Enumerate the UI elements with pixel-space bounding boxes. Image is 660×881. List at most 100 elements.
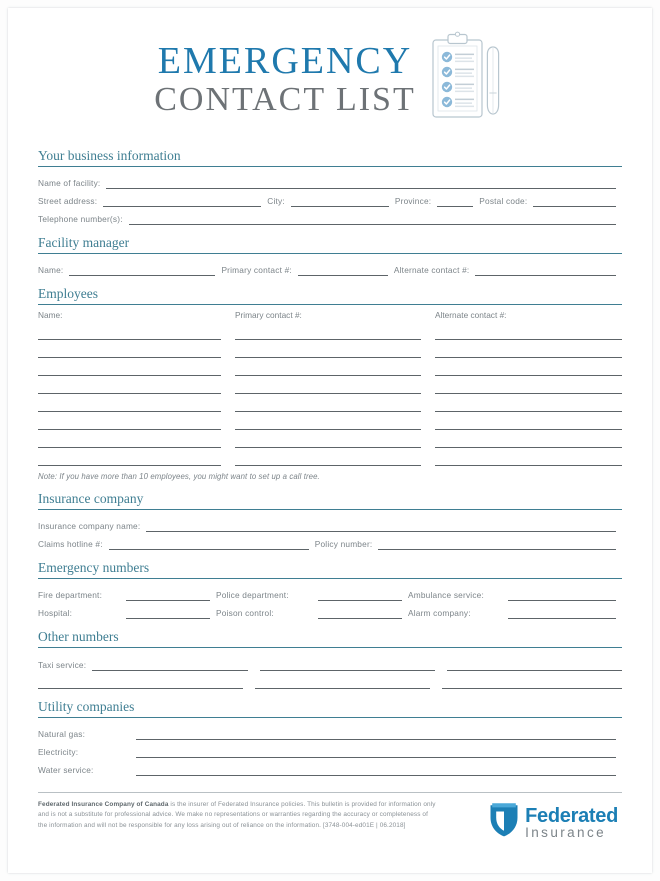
other-number-input[interactable]	[38, 672, 243, 689]
field-row-other-2	[38, 671, 622, 689]
insurance-company-name-input[interactable]	[146, 518, 616, 532]
section-utility-companies: Utility companies Natural gas: Electrici…	[38, 699, 622, 776]
hospital-input[interactable]	[126, 605, 210, 619]
footer-divider	[38, 792, 622, 793]
employee-alternate-input[interactable]	[435, 358, 622, 376]
ambulance-service-label: Ambulance service:	[408, 590, 484, 600]
document-footer: Federated Insurance Company of Canada is…	[38, 800, 622, 843]
street-address-label: Street address:	[38, 196, 98, 206]
province-label: Province:	[394, 196, 432, 206]
table-row	[38, 358, 622, 376]
natural-gas-label: Natural gas:	[38, 729, 86, 739]
postal-code-input[interactable]	[533, 193, 616, 207]
disclaimer-text: Federated Insurance Company of Canada is…	[38, 800, 438, 831]
employee-name-input[interactable]	[38, 412, 221, 430]
disclaimer-company-name: Federated Insurance Company of Canada	[38, 801, 169, 808]
employees-note: Note: If you have more than 10 employees…	[38, 472, 320, 481]
employee-primary-input[interactable]	[235, 376, 421, 394]
section-heading: Your business information	[38, 148, 181, 163]
police-department-input[interactable]	[318, 587, 402, 601]
field-row-claims: Claims hotline #: Policy number:	[38, 533, 622, 550]
city-input[interactable]	[290, 193, 389, 207]
employee-name-input[interactable]	[38, 358, 221, 376]
facility-name-input[interactable]	[106, 175, 616, 189]
claims-hotline-input[interactable]	[108, 536, 309, 550]
ambulance-service-input[interactable]	[508, 587, 616, 601]
field-row-emergency-2: Hospital: Poison control: Alarm company:	[38, 602, 622, 619]
section-heading: Other numbers	[38, 629, 119, 644]
employee-name-input[interactable]	[38, 376, 221, 394]
other-number-input[interactable]	[255, 672, 430, 689]
natural-gas-input[interactable]	[136, 726, 616, 740]
employee-name-input[interactable]	[38, 340, 221, 358]
policy-number-input[interactable]	[378, 536, 616, 550]
field-row-address: Street address: City: Province: Postal c…	[38, 190, 622, 207]
field-row-other-1: Taxi service:	[38, 653, 622, 671]
employee-primary-input[interactable]	[235, 412, 421, 430]
section-divider	[38, 304, 622, 305]
document-header: EMERGENCY CONTACT LIST	[38, 22, 622, 138]
page-title: EMERGENCY CONTACT LIST	[154, 41, 416, 119]
employee-primary-input[interactable]	[235, 430, 421, 448]
other-number-input[interactable]	[447, 654, 622, 671]
section-insurance-company: Insurance company Insurance company name…	[38, 491, 622, 550]
section-divider	[38, 166, 622, 167]
employee-name-input[interactable]	[38, 430, 221, 448]
title-line-emergency: EMERGENCY	[157, 39, 413, 82]
manager-alternate-label: Alternate contact #:	[393, 265, 470, 275]
postal-code-label: Postal code:	[479, 196, 528, 206]
alarm-company-label: Alarm company:	[408, 608, 471, 618]
electricity-label: Electricity:	[38, 747, 79, 757]
electricity-input[interactable]	[136, 744, 616, 758]
poison-control-input[interactable]	[318, 605, 402, 619]
telephone-input[interactable]	[128, 211, 616, 225]
manager-primary-input[interactable]	[297, 262, 388, 276]
poison-control-label: Poison control:	[216, 608, 274, 618]
table-row	[38, 448, 622, 466]
water-service-input[interactable]	[136, 762, 616, 776]
employee-primary-input[interactable]	[235, 358, 421, 376]
manager-name-input[interactable]	[69, 262, 216, 276]
province-input[interactable]	[437, 193, 474, 207]
hospital-label: Hospital:	[38, 608, 73, 618]
street-address-input[interactable]	[103, 193, 262, 207]
manager-primary-label: Primary contact #:	[221, 265, 292, 275]
table-row	[38, 394, 622, 412]
water-service-label: Water service:	[38, 765, 94, 775]
alarm-company-input[interactable]	[508, 605, 616, 619]
employee-alternate-input[interactable]	[435, 430, 622, 448]
section-divider	[38, 717, 622, 718]
title-line-contact-list: CONTACT LIST	[154, 81, 416, 119]
employee-alternate-input[interactable]	[435, 340, 622, 358]
section-heading: Employees	[38, 286, 98, 301]
employee-name-input[interactable]	[38, 322, 221, 340]
other-number-input[interactable]	[92, 654, 249, 671]
section-business-information: Your business information Name of facili…	[38, 148, 622, 225]
employee-alternate-input[interactable]	[435, 322, 622, 340]
table-row	[38, 340, 622, 358]
section-other-numbers: Other numbers Taxi service:	[38, 629, 622, 689]
field-row-telephone: Telephone number(s):	[38, 208, 622, 225]
page: EMERGENCY CONTACT LIST Your business inf…	[0, 0, 660, 881]
police-department-label: Police department:	[216, 590, 289, 600]
employee-primary-input[interactable]	[235, 322, 421, 340]
fire-department-input[interactable]	[126, 587, 210, 601]
manager-alternate-input[interactable]	[475, 262, 616, 276]
column-header-primary: Primary contact #:	[235, 310, 302, 320]
other-number-input[interactable]	[260, 654, 436, 671]
employee-name-input[interactable]	[38, 448, 221, 466]
claims-hotline-label: Claims hotline #:	[38, 539, 103, 549]
employee-alternate-input[interactable]	[435, 376, 622, 394]
employee-alternate-input[interactable]	[435, 448, 622, 466]
employee-primary-input[interactable]	[235, 448, 421, 466]
employee-name-input[interactable]	[38, 394, 221, 412]
other-number-input[interactable]	[442, 672, 622, 689]
employee-primary-input[interactable]	[235, 340, 421, 358]
employee-primary-input[interactable]	[235, 394, 421, 412]
field-row-electricity: Electricity:	[38, 741, 622, 758]
employee-alternate-input[interactable]	[435, 412, 622, 430]
policy-number-label: Policy number:	[314, 539, 373, 549]
employee-alternate-input[interactable]	[435, 394, 622, 412]
document-sheet: EMERGENCY CONTACT LIST Your business inf…	[8, 8, 652, 873]
field-row-manager: Name: Primary contact #: Alternate conta…	[38, 259, 622, 276]
